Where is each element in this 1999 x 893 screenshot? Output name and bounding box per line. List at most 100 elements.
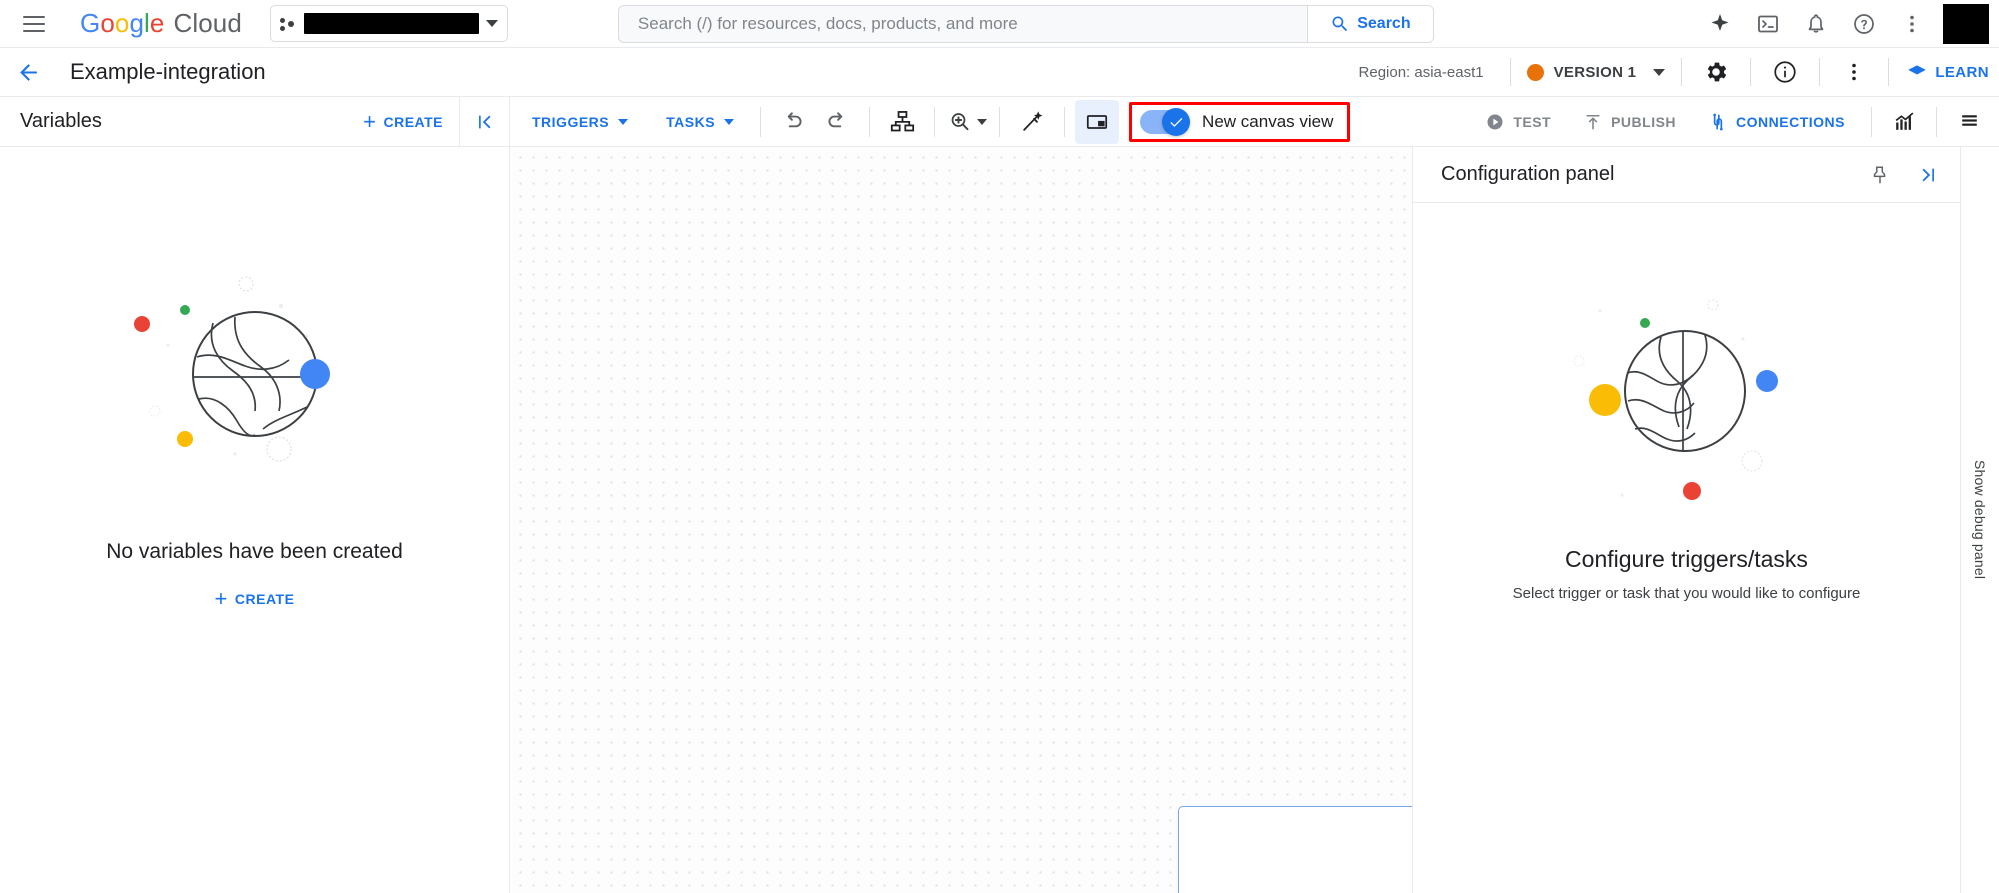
configuration-panel-body: Configure triggers/tasks Select trigger … bbox=[1413, 203, 1960, 893]
publish-label: PUBLISH bbox=[1611, 113, 1677, 130]
search-icon bbox=[1332, 15, 1348, 31]
gear-icon[interactable] bbox=[1694, 50, 1738, 94]
divider bbox=[869, 106, 871, 137]
learn-button[interactable]: LEARN bbox=[1901, 62, 1989, 82]
global-search[interactable]: Search bbox=[617, 4, 1434, 43]
configuration-panel-actions bbox=[1864, 159, 1944, 191]
divider bbox=[760, 106, 762, 137]
learn-label: LEARN bbox=[1935, 63, 1989, 81]
logo-letter-g: G bbox=[80, 8, 101, 38]
help-circle-icon[interactable] bbox=[1841, 1, 1887, 47]
configuration-panel-header: Configuration panel bbox=[1413, 147, 1960, 203]
google-cloud-logo[interactable]: Google Cloud bbox=[80, 8, 242, 39]
version-status-dot bbox=[1526, 63, 1544, 81]
logo-letter-g2: g bbox=[129, 8, 145, 38]
show-debug-panel-label[interactable]: Show debug panel bbox=[1972, 460, 1988, 579]
school-icon bbox=[1908, 65, 1927, 75]
editor-toolbar: Variables + CREATE TRIGGERS TASKS New ca… bbox=[0, 97, 1999, 147]
divider bbox=[999, 106, 1001, 137]
canvas-toolbar-section: TRIGGERS TASKS New canvas view bbox=[510, 97, 1469, 146]
chevron-down-icon bbox=[724, 118, 735, 125]
connections-button[interactable]: CONNECTIONS bbox=[1692, 112, 1861, 132]
divider bbox=[1681, 58, 1683, 86]
tasks-menu[interactable]: TASKS bbox=[650, 114, 750, 130]
zoom-in-icon bbox=[951, 112, 968, 130]
main-body: No variables have been created + CREATE … bbox=[0, 147, 1999, 893]
new-canvas-view-highlight: New canvas view bbox=[1129, 101, 1351, 142]
more-vert-icon[interactable] bbox=[1832, 50, 1876, 94]
logo-letter-o1: o bbox=[100, 8, 115, 38]
divider bbox=[1819, 58, 1821, 86]
page-header-actions: Region: asia-east1 VERSION 1 LEARN bbox=[1359, 50, 1999, 94]
notifications-bell-icon[interactable] bbox=[1793, 1, 1839, 47]
gemini-sparkle-icon[interactable] bbox=[1697, 1, 1743, 47]
collapse-left-panel-icon[interactable] bbox=[459, 97, 509, 146]
global-top-bar: Google Cloud Search bbox=[0, 0, 1999, 48]
divider bbox=[1064, 106, 1066, 137]
divider bbox=[1936, 106, 1937, 137]
configuration-panel: Configuration panel Configure triggers/t… bbox=[1412, 147, 1960, 893]
tasks-label: TASKS bbox=[666, 113, 716, 130]
chevron-down-icon bbox=[976, 118, 987, 125]
page-title: Example-integration bbox=[70, 59, 266, 84]
integration-canvas[interactable] bbox=[510, 147, 1412, 893]
canvas-node-card[interactable] bbox=[1178, 806, 1412, 893]
page-header-bar: Example-integration Region: asia-east1 V… bbox=[0, 48, 1999, 97]
info-icon[interactable] bbox=[1763, 50, 1807, 94]
avatar[interactable] bbox=[1943, 3, 1989, 44]
project-name-redacted bbox=[303, 13, 479, 34]
version-selector[interactable]: VERSION 1 bbox=[1523, 63, 1670, 81]
plus-icon: + bbox=[214, 586, 228, 611]
zoom-control[interactable] bbox=[945, 100, 989, 144]
project-picker[interactable] bbox=[269, 5, 508, 42]
check-icon bbox=[1170, 117, 1183, 127]
arrow-back-icon[interactable] bbox=[0, 60, 56, 85]
pin-icon[interactable] bbox=[1864, 159, 1896, 191]
publish-button[interactable]: PUBLISH bbox=[1567, 112, 1692, 132]
logo-letter-o2: o bbox=[114, 8, 130, 38]
chevron-down-icon bbox=[618, 118, 629, 125]
configuration-empty-subtext: Select trigger or task that you would li… bbox=[1512, 585, 1861, 602]
test-label: TEST bbox=[1513, 113, 1552, 130]
variables-create-label: CREATE bbox=[383, 113, 443, 130]
more-vert-icon[interactable] bbox=[1889, 1, 1935, 47]
connections-icon bbox=[1713, 113, 1723, 130]
cloud-shell-icon[interactable] bbox=[1745, 1, 1791, 47]
toggle-panel-icon[interactable] bbox=[1075, 99, 1120, 144]
divider bbox=[1750, 58, 1752, 86]
search-button[interactable]: Search bbox=[1306, 5, 1433, 42]
collapse-right-panel-icon[interactable] bbox=[1912, 159, 1944, 191]
test-button[interactable]: TEST bbox=[1469, 112, 1567, 132]
variables-toolbar-section: Variables + CREATE bbox=[0, 97, 510, 146]
variables-panel: No variables have been created + CREATE bbox=[0, 147, 510, 893]
publish-icon bbox=[1586, 114, 1600, 129]
hamburger-menu-icon[interactable] bbox=[10, 0, 58, 48]
analytics-icon[interactable] bbox=[1882, 100, 1926, 144]
plus-icon: + bbox=[363, 108, 377, 134]
empty-state-text: No variables have been created bbox=[106, 540, 403, 563]
chevron-down-icon bbox=[485, 20, 498, 27]
app-root: Google Cloud Search (/) for resources, d… bbox=[0, 0, 1999, 893]
search-button-label: Search bbox=[1357, 14, 1411, 32]
show-debug-panel-strip[interactable]: Show debug panel bbox=[1960, 147, 1999, 893]
search-input[interactable] bbox=[618, 5, 1307, 42]
divider bbox=[934, 106, 936, 137]
triggers-menu[interactable]: TRIGGERS bbox=[516, 114, 644, 130]
variables-create-button[interactable]: + CREATE bbox=[363, 108, 459, 134]
empty-state-illustration bbox=[125, 259, 385, 504]
redo-icon[interactable] bbox=[815, 100, 859, 144]
new-canvas-view-toggle[interactable] bbox=[1140, 107, 1191, 136]
play-circle-icon bbox=[1487, 114, 1503, 129]
logo-letter-e: e bbox=[149, 8, 165, 38]
list-icon[interactable] bbox=[1947, 100, 1991, 144]
configuration-empty-heading: Configure triggers/tasks bbox=[1565, 546, 1808, 572]
empty-state-create-button[interactable]: + CREATE bbox=[215, 588, 295, 610]
logo-word-cloud: Cloud bbox=[173, 8, 242, 38]
auto-layout-icon[interactable] bbox=[880, 100, 924, 144]
undo-icon[interactable] bbox=[771, 100, 815, 144]
editor-actions: TEST PUBLISH CONNECTIONS bbox=[1469, 100, 1999, 144]
toggle-knob bbox=[1162, 107, 1191, 136]
new-canvas-view-label: New canvas view bbox=[1202, 111, 1334, 131]
version-label: VERSION 1 bbox=[1553, 63, 1637, 81]
magic-wand-icon[interactable] bbox=[1010, 100, 1054, 144]
